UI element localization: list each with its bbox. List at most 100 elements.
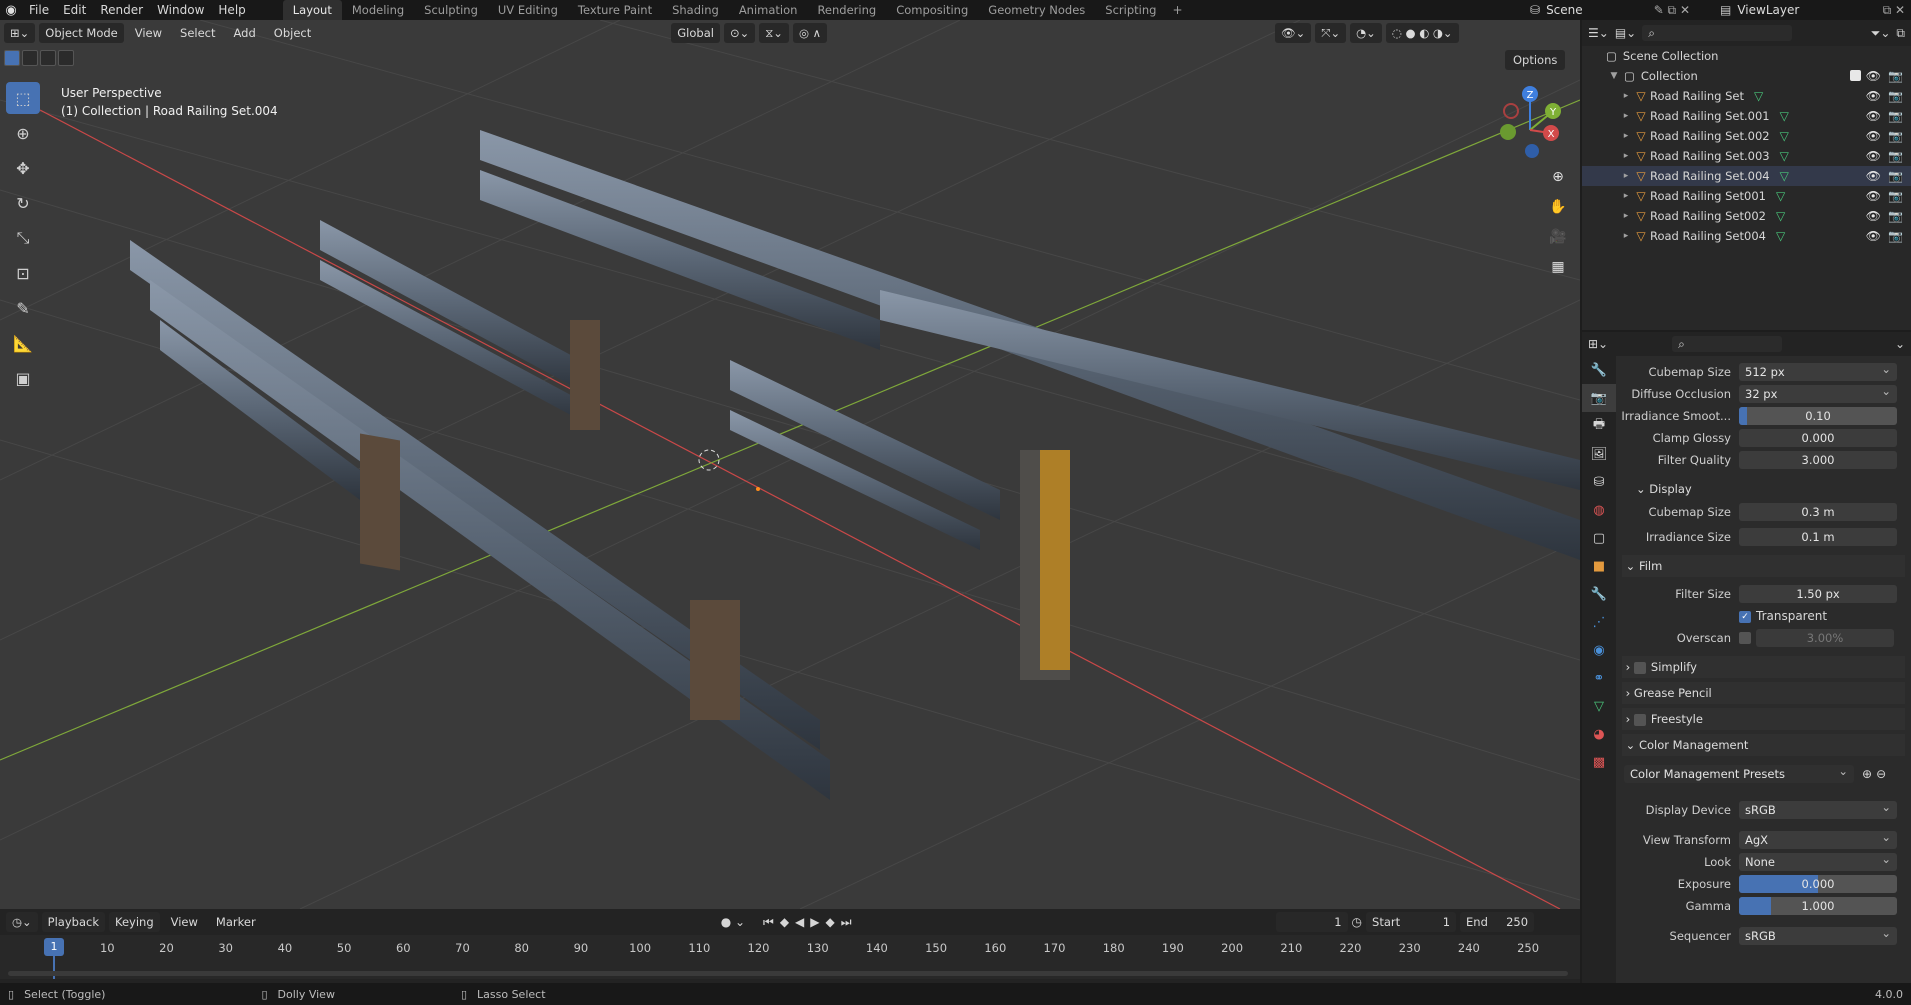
playback-controls-icon[interactable]: ⏮◆◀▶◆⏭ xyxy=(763,915,858,930)
add-workspace-button[interactable]: + xyxy=(1166,3,1188,17)
new-collection-icon[interactable]: ⧉ xyxy=(1896,26,1905,41)
annotate-tool-icon[interactable]: ✎ xyxy=(6,292,40,324)
3d-viewport[interactable]: Z Y X ⊞⌄ Object Mode View Select Add Obj… xyxy=(0,20,1580,909)
mesh-data-icon[interactable]: ▽ xyxy=(1780,146,1789,166)
look-dropdown[interactable]: None xyxy=(1739,850,1897,871)
select-box-tool-icon[interactable]: ⬚ xyxy=(6,82,40,114)
overscan-checkbox[interactable] xyxy=(1739,632,1751,644)
playback-dropdown[interactable]: Playback xyxy=(41,912,105,932)
color-management-panel-header[interactable]: ⌄ Color Management xyxy=(1622,734,1905,756)
collection-tab-icon[interactable]: ▢ xyxy=(1582,524,1616,552)
texture-tab-icon[interactable]: ▩ xyxy=(1582,748,1616,776)
workspace-tab-sculpting[interactable]: Sculpting xyxy=(414,0,488,20)
render-camera-icon[interactable]: 📷 xyxy=(1888,106,1903,126)
options-dropdown[interactable]: Options xyxy=(1505,50,1566,70)
outliner-object-row[interactable]: ▸ ▽ Road Railing Set.003 ▽ 👁 📷 xyxy=(1582,146,1911,166)
timeline-menu-view[interactable]: View xyxy=(164,915,205,929)
workspace-tab-modeling[interactable]: Modeling xyxy=(342,0,414,20)
mesh-data-icon[interactable]: ▽ xyxy=(1776,186,1785,206)
blender-logo-icon[interactable]: ◉ xyxy=(0,0,22,20)
frame-range-clock-icon[interactable]: ◷ xyxy=(1352,915,1362,929)
render-camera-icon[interactable]: 📷 xyxy=(1888,206,1903,226)
add-cube-tool-icon[interactable]: ▣ xyxy=(6,362,40,394)
workspace-tab-uv-editing[interactable]: UV Editing xyxy=(488,0,568,20)
display-mode-icon[interactable]: ▤⌄ xyxy=(1615,26,1636,40)
filter-quality-field[interactable]: 3.000 xyxy=(1739,451,1897,469)
scene-selector[interactable]: ⛁ Scene ✎ ⧉ ✕ xyxy=(1530,1,1690,19)
collection-row[interactable]: ▼ ▢ Collection 👁 📷 xyxy=(1582,66,1911,86)
mesh-data-icon[interactable]: ▽ xyxy=(1754,86,1763,106)
irradiance-size-field[interactable]: 0.1 m xyxy=(1739,528,1897,546)
filter-icon[interactable]: ⏷⌄ xyxy=(1871,26,1891,41)
playhead-marker[interactable]: 1 xyxy=(44,938,64,956)
move-tool-icon[interactable]: ✥ xyxy=(6,152,40,184)
expand-arrow-icon[interactable]: ▸ xyxy=(1620,146,1632,166)
expand-arrow-icon[interactable]: ▸ xyxy=(1620,106,1632,126)
view-layer-actions-icon[interactable]: ⧉ ✕ xyxy=(1883,3,1905,18)
workspace-tab-compositing[interactable]: Compositing xyxy=(886,0,978,20)
workspace-tab-layout[interactable]: Layout xyxy=(282,0,342,20)
outliner-object-row[interactable]: ▸ ▽ Road Railing Set.004 ▽ 👁 📷 xyxy=(1582,166,1911,186)
mesh-data-icon[interactable]: ▽ xyxy=(1780,166,1789,186)
render-camera-icon[interactable]: 📷 xyxy=(1888,126,1903,146)
collapse-arrow-icon[interactable]: ▼ xyxy=(1608,66,1620,86)
gizmo-toggle-icon[interactable]: ⤧⌄ xyxy=(1315,23,1347,43)
select-intersect-icon[interactable] xyxy=(58,50,74,66)
keying-dropdown[interactable]: Keying xyxy=(108,912,160,932)
select-new-icon[interactable] xyxy=(4,50,20,66)
outliner-object-row[interactable]: ▸ ▽ Road Railing Set002 ▽ 👁 📷 xyxy=(1582,206,1911,226)
proportional-edit-icon[interactable]: ◎ ∧ xyxy=(792,23,828,43)
expand-arrow-icon[interactable]: ▸ xyxy=(1620,206,1632,226)
transparent-checkbox[interactable]: ✓ Transparent xyxy=(1739,609,1827,623)
tool-tab-icon[interactable]: 🔧 xyxy=(1582,356,1616,384)
workspace-tab-rendering[interactable]: Rendering xyxy=(807,0,886,20)
overscan-field[interactable]: 3.00% xyxy=(1756,629,1894,647)
render-camera-icon[interactable]: 📷 xyxy=(1888,86,1903,106)
start-frame-field[interactable]: Start 1 xyxy=(1366,912,1457,932)
freestyle-panel-header[interactable]: › Freestyle xyxy=(1622,708,1905,730)
irradiance-smoothing-slider[interactable]: 0.10 xyxy=(1739,407,1897,425)
eye-icon[interactable]: 👁 xyxy=(1866,86,1881,106)
particles-tab-icon[interactable]: ⋰ xyxy=(1582,608,1616,636)
render-camera-icon[interactable]: 📷 xyxy=(1888,226,1903,246)
add-preset-icon[interactable]: ⊕ xyxy=(1862,767,1872,781)
view-transform-dropdown[interactable]: AgX xyxy=(1739,828,1897,849)
mesh-data-icon[interactable]: ▽ xyxy=(1780,126,1789,146)
ortho-grid-icon[interactable]: ▦ xyxy=(1545,254,1571,280)
workspace-tab-texture-paint[interactable]: Texture Paint xyxy=(568,0,662,20)
mesh-data-icon[interactable]: ▽ xyxy=(1776,226,1785,246)
outliner-object-row[interactable]: ▸ ▽ Road Railing Set ▽ 👁 📷 xyxy=(1582,86,1911,106)
remove-preset-icon[interactable]: ⊖ xyxy=(1876,767,1886,781)
menu-render[interactable]: Render xyxy=(93,0,150,20)
display-cubemap-field[interactable]: 0.3 m xyxy=(1739,503,1897,521)
object-mode-dropdown[interactable]: Object Mode xyxy=(39,23,124,43)
viewport-menu-object[interactable]: Object xyxy=(267,26,318,40)
properties-search-input[interactable]: ⌕ xyxy=(1672,336,1783,352)
filter-size-field[interactable]: 1.50 px xyxy=(1739,585,1897,603)
display-device-dropdown[interactable]: sRGB xyxy=(1739,798,1897,819)
expand-arrow-icon[interactable]: ▸ xyxy=(1620,126,1632,146)
camera-view-icon[interactable]: 🎥 xyxy=(1545,224,1571,250)
end-frame-field[interactable]: End 250 xyxy=(1460,912,1535,932)
output-tab-icon[interactable]: 🖶 xyxy=(1582,412,1616,440)
outliner-search-input[interactable]: ⌕ xyxy=(1642,25,1793,41)
expand-arrow-icon[interactable]: ▸ xyxy=(1620,86,1632,106)
pivot-point-icon[interactable]: ⊙⌄ xyxy=(723,23,756,43)
menu-file[interactable]: File xyxy=(22,0,56,20)
physics-tab-icon[interactable]: ◉ xyxy=(1582,636,1616,664)
zoom-icon[interactable]: ⊕ xyxy=(1545,164,1571,190)
record-keyframe-icon[interactable]: ● ⌄ xyxy=(721,915,745,929)
menu-edit[interactable]: Edit xyxy=(56,0,93,20)
modifier-tab-icon[interactable]: 🔧 xyxy=(1582,580,1616,608)
rotate-tool-icon[interactable]: ↻ xyxy=(6,187,40,219)
render-camera-icon[interactable]: 📷 xyxy=(1888,186,1903,206)
measure-tool-icon[interactable]: 📐 xyxy=(6,327,40,359)
current-frame-field[interactable]: 1 xyxy=(1275,912,1348,932)
workspace-tab-geometry-nodes[interactable]: Geometry Nodes xyxy=(978,0,1095,20)
render-camera-icon[interactable]: 📷 xyxy=(1888,166,1903,186)
scene-tab-icon[interactable]: ⛁ xyxy=(1582,468,1616,496)
cubemap-size-dropdown[interactable]: 512 px xyxy=(1739,360,1897,381)
gamma-slider[interactable]: 1.000 xyxy=(1739,897,1897,915)
eye-icon[interactable]: 👁 xyxy=(1866,186,1881,206)
eye-icon[interactable]: 👁 xyxy=(1866,226,1881,246)
